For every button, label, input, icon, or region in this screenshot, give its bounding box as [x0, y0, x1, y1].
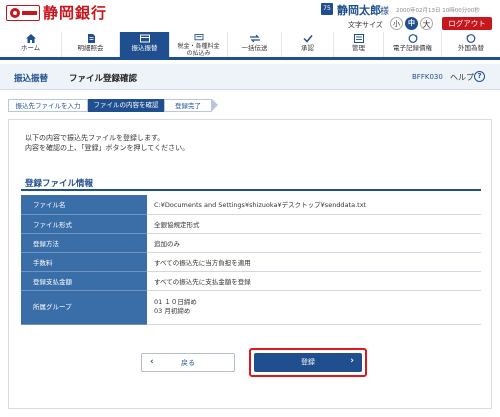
nav-electronic-receivable[interactable]: 電子記録債権 [384, 32, 442, 57]
register-button-highlight: 登録 › [249, 348, 367, 377]
bulk-transfer-icon [249, 34, 260, 43]
section-heading: 登録ファイル情報 [21, 177, 481, 191]
nav-approval[interactable]: 承認 [282, 32, 334, 57]
group-value-line-1: 01 １０日締め [154, 298, 197, 306]
row-value-payment-amount: すべての振込先に支払金額を登録 [147, 271, 481, 291]
management-icon [353, 34, 364, 43]
nav-home[interactable]: ホーム [0, 32, 62, 57]
row-value-file-name: C:¥Documents and Settings¥shizuoka¥デスクトッ… [147, 195, 481, 215]
row-label-fee: 手数料 [21, 252, 147, 272]
electronic-receivable-icon [408, 34, 417, 43]
chevron-right-icon: › [350, 356, 354, 366]
global-nav: ホーム 明細照会 振込振替 税金・各種料金の払込み 一括伝送 承認 管理 電子記… [0, 32, 500, 60]
nav-transfer-label: 振込振替 [131, 44, 158, 52]
bank-name[interactable]: 静岡銀行 [43, 2, 107, 23]
back-button-label: 戻る [181, 359, 195, 367]
table-row: 登録支払金額 すべての振込先に支払金額を登録 [21, 271, 481, 291]
user-name: 静岡太郎 [337, 4, 381, 17]
document-icon [87, 34, 95, 43]
table-row: 所属グループ 01 １０日締め 03 月初締め [21, 290, 481, 325]
intro-line-1: 以下の内容で振込先ファイルを登録します。 [25, 134, 165, 142]
section-heading-text: 登録ファイル情報 [25, 179, 94, 189]
row-label-register-method: 登録方法 [21, 233, 147, 253]
bank-logo-icon[interactable] [6, 5, 40, 21]
group-value-line-2: 03 月初締め [154, 307, 191, 315]
nav-tax-payment-label: 税金・各種料金の払込み [177, 43, 220, 57]
row-label-file-format: ファイル形式 [21, 214, 147, 234]
back-button[interactable]: ‹ 戻る [141, 353, 235, 372]
foreign-exchange-icon [466, 34, 476, 43]
page-title-bar: 振込振替 ファイル登録確認 BFFK030 ヘルプ ? [0, 64, 500, 90]
header: 静岡銀行 75 静岡太郎 様 2000年02月13日 10時00分00秒 文字サ… [0, 0, 500, 32]
logout-button[interactable]: ログアウト [442, 17, 492, 30]
page-title: ファイル登録確認 [69, 74, 138, 84]
transfer-icon [139, 34, 150, 43]
font-size-label: 文字サイズ [348, 21, 383, 29]
user-badge-icon: 75 [321, 3, 333, 15]
row-value-file-format: 全銀協規定形式 [147, 214, 481, 234]
nav-home-label: ホーム [20, 44, 41, 52]
nav-electronic-receivable-label: 電子記録債権 [393, 44, 432, 52]
font-size-medium-button[interactable]: 中 [405, 17, 418, 30]
approval-icon [302, 35, 313, 43]
page-section: 振込振替 [14, 74, 49, 84]
nav-statements[interactable]: 明細照会 [62, 32, 120, 57]
step-input-file: 振込先ファイルを入力 [8, 99, 88, 112]
row-value-register-method: 追加のみ [147, 233, 481, 253]
file-info-table: ファイル名 C:¥Documents and Settings¥shizuoka… [21, 195, 481, 325]
home-icon [25, 34, 36, 43]
nav-foreign-exchange-label: 外国為替 [458, 44, 484, 52]
step-confirm-file: ファイルの内容を確認 [88, 99, 164, 112]
table-row: 登録方法 追加のみ [21, 233, 481, 253]
nav-bulk-transfer[interactable]: 一括伝送 [228, 32, 282, 57]
nav-foreign-exchange[interactable]: 外国為替 [442, 32, 500, 57]
intro-text: 以下の内容で振込先ファイルを登録します。 内容を確認の上、「登録」ボタンを押して… [25, 133, 189, 153]
payment-icon [194, 34, 203, 41]
row-label-payment-amount: 登録支払金額 [21, 271, 147, 291]
nav-bulk-transfer-label: 一括伝送 [241, 44, 268, 52]
register-button[interactable]: 登録 › [254, 353, 362, 372]
user-honorific: 様 [380, 7, 390, 17]
table-row: ファイル名 C:¥Documents and Settings¥shizuoka… [21, 195, 481, 215]
row-label-file-name: ファイル名 [21, 195, 147, 215]
nav-approval-label: 承認 [301, 44, 314, 52]
table-row: ファイル形式 全銀協規定形式 [21, 214, 481, 234]
register-button-label: 登録 [301, 358, 315, 366]
last-login-time: 2000年02月13日 10時00分00秒 [396, 8, 480, 14]
step-complete: 登録完了 [164, 99, 212, 112]
row-label-group: 所属グループ [21, 290, 147, 325]
nav-tax-payment[interactable]: 税金・各種料金の払込み [170, 32, 228, 57]
step-arrow-icon [212, 99, 218, 111]
nav-management[interactable]: 管理 [334, 32, 384, 57]
intro-line-2: 内容を確認の上、「登録」ボタンを押してください。 [25, 144, 190, 152]
content-card: 以下の内容で振込先ファイルを登録します。 内容を確認の上、「登録」ボタンを押して… [8, 119, 492, 409]
row-value-group: 01 １０日締め 03 月初締め [147, 290, 481, 325]
font-size-large-button[interactable]: 大 [420, 17, 433, 30]
help-icon[interactable]: ? [474, 71, 485, 82]
row-value-fee: すべての振込先に当方負担を適用 [147, 252, 481, 272]
nav-statements-label: 明細照会 [77, 44, 104, 52]
nav-management-label: 管理 [352, 44, 365, 52]
screen-code: BFFK030 [412, 73, 443, 81]
nav-transfer[interactable]: 振込振替 [120, 32, 170, 57]
help-link[interactable]: ヘルプ [450, 72, 474, 83]
table-row: 手数料 すべての振込先に当方負担を適用 [21, 252, 481, 272]
font-size-small-button[interactable]: 小 [390, 17, 403, 30]
